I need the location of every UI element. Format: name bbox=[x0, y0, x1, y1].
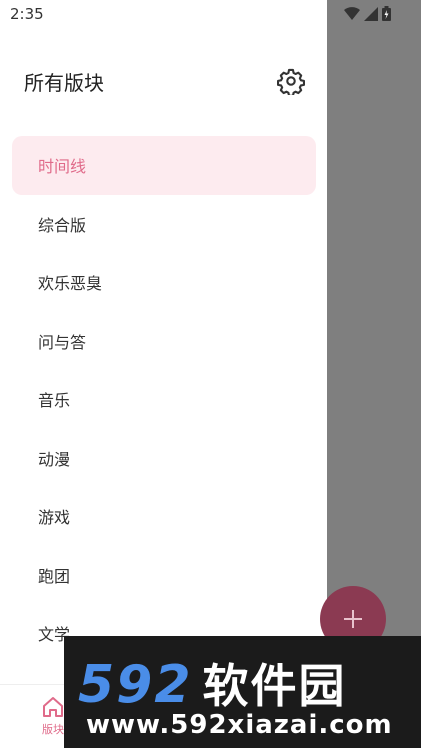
watermark-number: 592 bbox=[78, 655, 193, 715]
status-bar: 2:35 bbox=[0, 0, 421, 28]
battery-icon bbox=[382, 6, 391, 21]
board-item-general[interactable]: 综合版 bbox=[12, 195, 316, 254]
wifi-icon bbox=[344, 6, 360, 20]
status-time: 2:35 bbox=[10, 5, 44, 23]
board-item-fun[interactable]: 欢乐恶臭 bbox=[12, 253, 316, 312]
watermark-name: 软件园 bbox=[202, 659, 347, 713]
home-icon bbox=[43, 697, 63, 717]
watermark-url: www.592xiazai.com bbox=[86, 710, 393, 740]
watermark: 592 软件园 www.592xiazai.com bbox=[64, 636, 421, 748]
plus-icon bbox=[344, 610, 362, 628]
gear-icon bbox=[277, 68, 305, 95]
board-item-music[interactable]: 音乐 bbox=[12, 370, 316, 429]
signal-icon bbox=[364, 6, 378, 21]
settings-button[interactable] bbox=[274, 64, 308, 98]
board-list: 时间线 综合版 欢乐恶臭 问与答 音乐 动漫 游戏 跑团 文学 bbox=[12, 136, 316, 663]
board-item-qa[interactable]: 问与答 bbox=[12, 312, 316, 371]
board-item-games[interactable]: 游戏 bbox=[12, 487, 316, 546]
board-item-trpg[interactable]: 跑团 bbox=[12, 546, 316, 605]
status-icons bbox=[344, 6, 391, 21]
board-item-timeline[interactable]: 时间线 bbox=[12, 136, 316, 195]
drawer-title: 所有版块 bbox=[24, 71, 104, 95]
watermark-logo: 592 软件园 bbox=[78, 650, 347, 716]
drawer-header: 所有版块 bbox=[0, 58, 327, 102]
nav-label-boards: 版块 bbox=[42, 723, 64, 736]
board-item-anime[interactable]: 动漫 bbox=[12, 429, 316, 488]
